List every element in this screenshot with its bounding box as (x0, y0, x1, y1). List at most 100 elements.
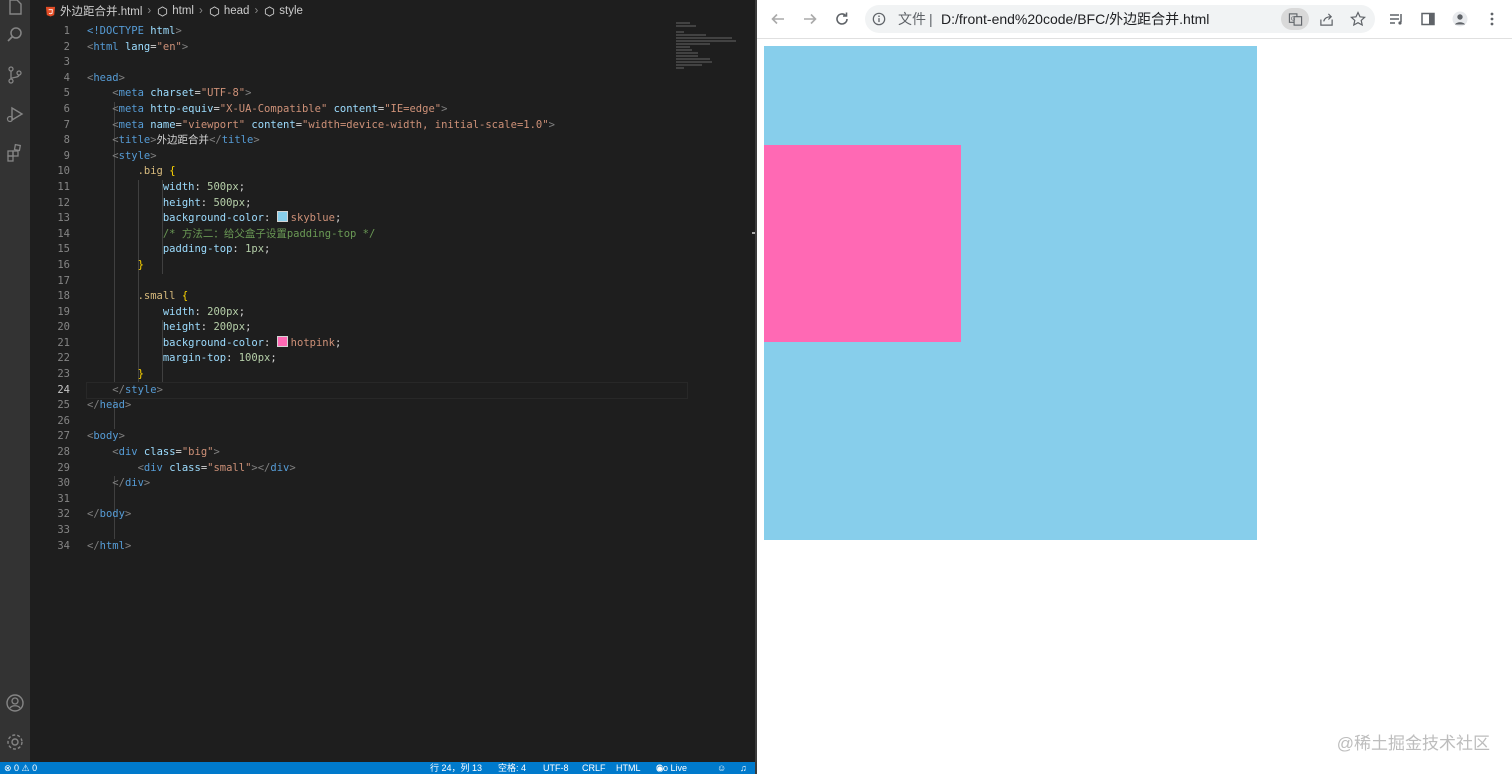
scheme-label: 文件 (898, 11, 926, 27)
source-control-icon[interactable] (0, 62, 30, 88)
language-mode[interactable]: HTML (616, 762, 641, 774)
line-number: 25 (57, 399, 70, 412)
share-icon[interactable] (1317, 10, 1335, 28)
line-number: 8 (63, 134, 70, 147)
arrow-left-icon (771, 13, 784, 25)
line-number: 9 (63, 149, 70, 162)
line-number: 16 (57, 258, 70, 271)
code-line: <!DOCTYPE html> (87, 25, 182, 37)
scheme-divider: | (929, 11, 933, 27)
color-swatch[interactable] (276, 211, 288, 223)
eol-setting[interactable]: CRLF (582, 762, 606, 774)
search-icon[interactable] (0, 22, 30, 48)
line-number: 13 (57, 212, 70, 225)
line-number: 5 (63, 87, 70, 100)
settings-gear-icon[interactable] (0, 729, 30, 755)
breadcrumb: 外边距合并.html › html › head › style (30, 0, 755, 22)
code-line: <body> (87, 430, 125, 443)
translate-icon: G (1288, 12, 1302, 26)
line-number: 17 (57, 274, 70, 287)
cursor-position[interactable]: 行 24，列 13 (430, 762, 482, 774)
page-viewport: @稀土掘金技术社区 (757, 39, 1512, 774)
code-line: .small { (137, 290, 189, 303)
element-cube-icon (156, 5, 169, 18)
code-line: <html lang="en"> (87, 40, 189, 53)
menu-kebab-icon[interactable] (1481, 9, 1503, 29)
code-lines[interactable]: <!DOCTYPE html> <html lang="en"> <head> … (86, 24, 688, 554)
breadcrumb-html[interactable]: html (172, 5, 194, 17)
breadcrumb-head[interactable]: head (224, 5, 250, 17)
line-number: 14 (57, 227, 70, 240)
explorer-icon[interactable] (0, 0, 30, 20)
code-line: <style> (112, 149, 157, 162)
profile-avatar-icon[interactable] (1449, 9, 1471, 29)
forward-button[interactable] (799, 9, 821, 29)
code-line: width: 200px; (162, 305, 246, 318)
big-box (764, 46, 1257, 540)
line-number: 28 (57, 446, 70, 459)
line-number: 29 (57, 461, 70, 474)
address-bar[interactable]: 文件 | D:/front-end%20code/BFC/外边距合并.html … (865, 5, 1375, 33)
line-number: 30 (57, 477, 70, 490)
code-line: <div class="small"></div> (137, 461, 296, 474)
line-number: 19 (57, 305, 70, 318)
line-number: 34 (57, 539, 70, 552)
code-editor[interactable]: 1 2 3 4 5 6 7 8 9 10 11 12 13 14 15 16 1… (30, 22, 755, 762)
translate-button[interactable]: G (1281, 8, 1309, 30)
code-line: </div> (112, 477, 151, 490)
code-line: <meta charset="UTF-8"> (112, 87, 252, 100)
element-cube-icon (263, 5, 276, 18)
url-text[interactable]: D:/front-end%20code/BFC/外边距合并.html (941, 11, 1209, 27)
info-icon[interactable] (871, 11, 887, 27)
feedback-icon[interactable]: ☺ (717, 762, 726, 774)
code-line: height: 200px; (162, 321, 252, 334)
encoding-setting[interactable]: UTF-8 (543, 762, 569, 774)
side-panel-icon[interactable] (1417, 9, 1439, 29)
code-line-current: </style> (86, 381, 688, 400)
reading-list-icon[interactable] (1385, 9, 1407, 29)
browser-toolbar: 文件 | D:/front-end%20code/BFC/外边距合并.html … (757, 0, 1512, 39)
extensions-icon[interactable] (0, 140, 30, 166)
code-line: width: 500px; (162, 180, 246, 193)
arrow-right-icon (804, 13, 817, 25)
back-button[interactable] (767, 9, 789, 29)
status-bar: ⊗ 0 ⚠ 0 行 24，列 13 空格: 4 UTF-8 CRLF HTML … (0, 762, 755, 774)
bookmark-star-icon[interactable] (1349, 10, 1367, 28)
breadcrumb-file[interactable]: 外边距合并.html (60, 3, 142, 19)
line-number-current: 24 (57, 383, 70, 396)
html5-file-icon (44, 5, 57, 18)
run-debug-icon[interactable] (0, 101, 30, 127)
code-line: padding-top: 1px; (162, 243, 271, 256)
color-swatch[interactable] (276, 335, 288, 347)
small-box (764, 145, 961, 342)
account-icon[interactable] (0, 690, 30, 716)
line-number: 20 (57, 321, 70, 334)
code-line: <title>外边距合并</title> (112, 134, 260, 147)
minimap[interactable] (676, 22, 752, 82)
notifications-bell-icon[interactable]: ♫ (740, 762, 747, 774)
reload-button[interactable] (831, 9, 853, 29)
code-line: </html> (87, 539, 132, 552)
code-line: <head> (87, 71, 125, 84)
line-number-gutter: 1 2 3 4 5 6 7 8 9 10 11 12 13 14 15 16 1… (30, 24, 70, 554)
line-number: 18 (57, 290, 70, 303)
code-line: .big { (137, 165, 176, 178)
svg-text:G: G (1290, 16, 1294, 22)
code-line: </head> (87, 399, 132, 412)
line-number: 23 (57, 368, 70, 381)
breadcrumb-style[interactable]: style (279, 5, 303, 17)
code-line: <div class="big"> (112, 446, 220, 459)
line-number: 1 (63, 25, 70, 37)
code-line: background-color: skyblue; (162, 211, 342, 225)
line-number: 31 (57, 492, 70, 505)
code-line: </body> (87, 508, 132, 521)
indentation-setting[interactable]: 空格: 4 (498, 762, 526, 774)
code-line: /* 方法二：给父盒子设置padding-top */ (162, 227, 376, 240)
line-number: 10 (57, 165, 70, 178)
chevron-right-icon: › (147, 5, 152, 17)
problems-indicator[interactable]: ⊗ 0 ⚠ 0 (4, 762, 37, 774)
